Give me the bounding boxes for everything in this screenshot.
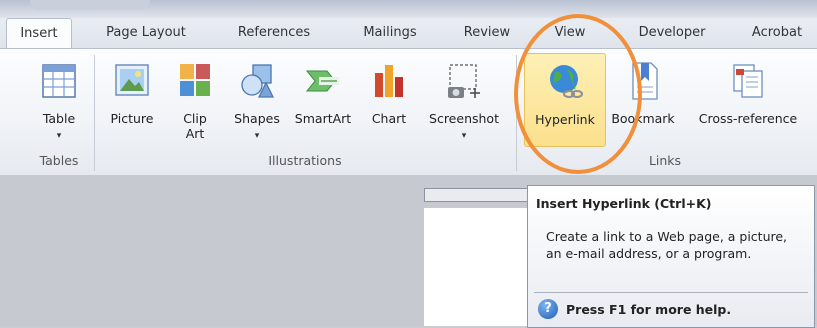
- screenshot-button[interactable]: Screenshot ▾: [420, 53, 508, 145]
- group-label-illustrations: Illustrations: [268, 153, 342, 168]
- chart-icon: [375, 65, 403, 97]
- tab-page-layout[interactable]: Page Layout: [96, 18, 196, 48]
- tooltip-title: Insert Hyperlink (Ctrl+K): [536, 196, 712, 211]
- picture-button[interactable]: Picture: [100, 53, 164, 145]
- cross-reference-button[interactable]: Cross-reference: [682, 53, 814, 145]
- tooltip-help-text: Press F1 for more help.: [566, 302, 732, 317]
- highlight-circle: [514, 14, 642, 174]
- clip-art-label-line2: Art: [185, 126, 205, 141]
- smartart-icon: [305, 70, 339, 92]
- ribbon-tab-row: Insert Page Layout References Mailings R…: [0, 18, 817, 50]
- smartart-label: SmartArt: [294, 111, 352, 126]
- shapes-icon: [241, 64, 275, 98]
- picture-icon: [115, 64, 149, 96]
- tab-developer[interactable]: Developer: [624, 18, 720, 48]
- shapes-dropdown-arrow: ▾: [254, 131, 260, 141]
- tab-review[interactable]: Review: [452, 18, 522, 48]
- group-separator: [94, 55, 95, 171]
- hyperlink-tooltip: Insert Hyperlink (Ctrl+K) Create a link …: [527, 185, 815, 328]
- smartart-button[interactable]: SmartArt: [288, 53, 358, 145]
- clip-art-icon: [180, 64, 210, 96]
- screenshot-dropdown-arrow: ▾: [461, 131, 467, 141]
- picture-label: Picture: [110, 111, 154, 126]
- table-label: Table: [42, 111, 76, 126]
- ribbon-panel: Table ▾ Tables Picture Clip Art Shapes ▾…: [0, 48, 817, 176]
- help-icon: ?: [538, 299, 558, 319]
- tab-mailings[interactable]: Mailings: [348, 18, 432, 48]
- cross-reference-label: Cross-reference: [698, 111, 798, 126]
- clip-art-button[interactable]: Clip Art: [170, 53, 220, 145]
- tooltip-description: Create a link to a Web page, a picture, …: [546, 229, 788, 261]
- document-page[interactable]: [424, 208, 528, 326]
- tab-references[interactable]: References: [222, 18, 326, 48]
- table-icon: [42, 64, 76, 98]
- screenshot-icon: [448, 64, 480, 98]
- table-dropdown-arrow: ▾: [56, 131, 62, 141]
- ruler: [424, 188, 530, 202]
- screenshot-label: Screenshot: [429, 111, 499, 126]
- shapes-button[interactable]: Shapes ▾: [226, 53, 288, 145]
- table-button[interactable]: Table ▾: [32, 53, 86, 145]
- shapes-label: Shapes: [234, 111, 280, 126]
- group-label-tables: Tables: [39, 153, 79, 168]
- tab-insert[interactable]: Insert: [6, 18, 72, 50]
- tab-acrobat[interactable]: Acrobat: [738, 18, 816, 48]
- tooltip-divider: [534, 292, 808, 293]
- cross-reference-icon: [733, 64, 763, 98]
- group-label-links: Links: [648, 153, 682, 168]
- chart-label: Chart: [371, 111, 407, 126]
- chart-button[interactable]: Chart: [362, 53, 416, 145]
- window-top-strip: [0, 0, 817, 18]
- clip-art-label-line1: Clip: [183, 111, 207, 126]
